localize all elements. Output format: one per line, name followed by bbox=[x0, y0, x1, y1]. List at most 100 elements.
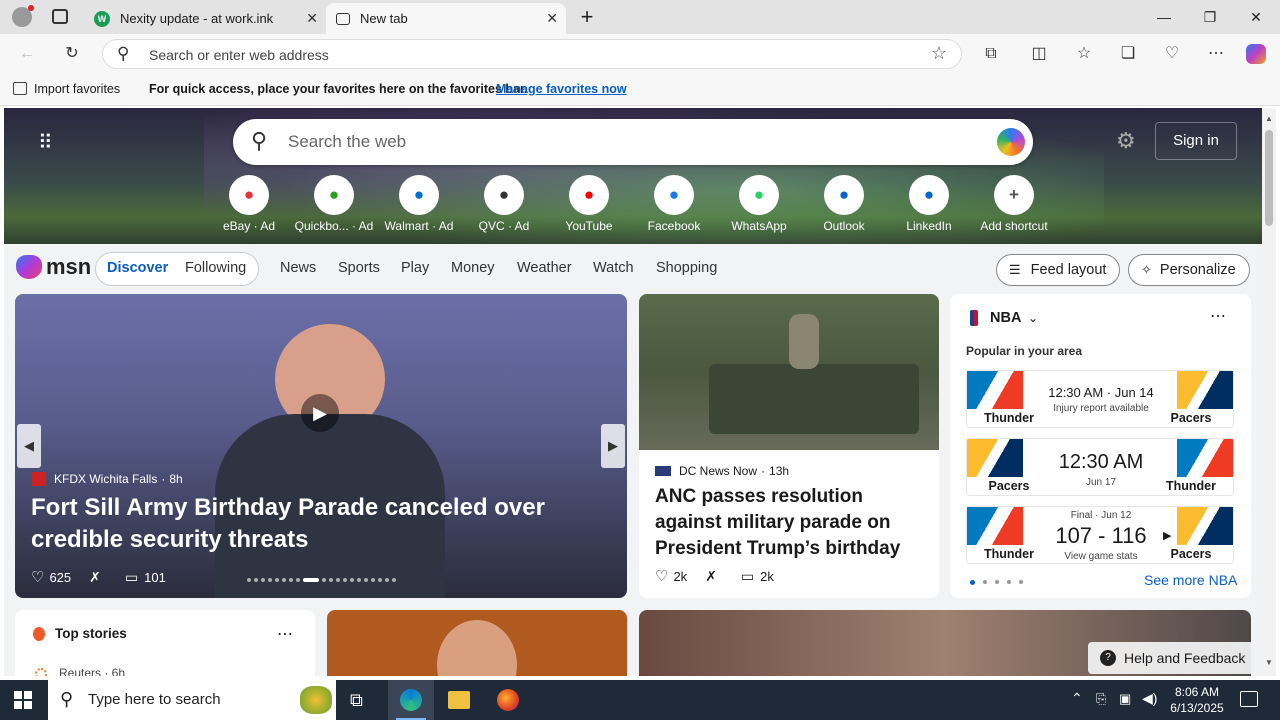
hero-story-card[interactable]: ▶ ◀ ▶ KFDX Wichita Falls · 8h Fort Sill … bbox=[15, 294, 627, 598]
pager-dot[interactable] bbox=[1019, 580, 1023, 584]
dislike-icon[interactable]: ✗ bbox=[705, 568, 717, 585]
pager-dot[interactable] bbox=[983, 580, 987, 584]
taskbar-search-box[interactable]: ⚲ Type here to search bbox=[48, 680, 336, 720]
carousel-dot[interactable] bbox=[343, 578, 347, 582]
carousel-dot[interactable] bbox=[329, 578, 333, 582]
shortcut-plus[interactable]: + Add shortcut bbox=[974, 175, 1054, 233]
scroll-down-arrow[interactable]: ▼ bbox=[1265, 658, 1273, 667]
nav-sports[interactable]: Sports bbox=[338, 260, 380, 276]
shortcut-quickbooks[interactable]: ● Quickbo... · Ad bbox=[294, 175, 374, 233]
show-hidden-icons[interactable]: ⌃ bbox=[1071, 690, 1083, 707]
dislike-icon[interactable]: ✗ bbox=[89, 569, 101, 586]
minimize-button[interactable]: — bbox=[1153, 6, 1175, 28]
carousel-dot[interactable] bbox=[392, 578, 396, 582]
pager-dot[interactable] bbox=[995, 580, 999, 584]
file-explorer-icon[interactable] bbox=[448, 691, 470, 709]
clock[interactable]: 8:06 AM 6/13/2025 bbox=[1162, 684, 1232, 716]
wifi-icon[interactable]: ▣ bbox=[1119, 691, 1131, 707]
carousel-dot[interactable] bbox=[336, 578, 340, 582]
pager-dot[interactable] bbox=[1007, 580, 1011, 584]
collections-icon[interactable]: ❏ bbox=[1117, 43, 1139, 65]
volume-icon[interactable]: ◀) bbox=[1142, 690, 1157, 707]
personalize-button[interactable]: ✧ Personalize bbox=[1128, 254, 1250, 286]
firefox-icon[interactable] bbox=[497, 689, 519, 711]
favorite-star-icon[interactable]: ☆ bbox=[931, 43, 947, 64]
copilot-icon[interactable] bbox=[1246, 44, 1266, 64]
refresh-icon[interactable]: ↻ bbox=[61, 43, 83, 65]
split-screen-icon[interactable]: ◫ bbox=[1028, 43, 1050, 65]
carousel-dot[interactable] bbox=[254, 578, 258, 582]
apps-grid-icon[interactable]: ⠿ bbox=[38, 130, 53, 155]
shortcut-facebook[interactable]: ● Facebook bbox=[634, 175, 714, 233]
carousel-dot[interactable] bbox=[247, 578, 251, 582]
page-scrollbar[interactable]: ▲ ▼ bbox=[1262, 108, 1276, 676]
nav-money[interactable]: Money bbox=[451, 260, 495, 276]
scrollbar-thumb[interactable] bbox=[1265, 130, 1273, 226]
game-row-3[interactable]: Thunder Pacers Final · Jun 12 107 - 116 … bbox=[966, 506, 1234, 564]
settings-gear-icon[interactable]: ⚙ bbox=[1116, 128, 1136, 154]
shortcut-qvc[interactable]: ● QVC · Ad bbox=[464, 175, 544, 233]
msn-logo[interactable]: msn bbox=[16, 254, 91, 280]
tab-new-tab[interactable]: New tab ✕ bbox=[326, 3, 566, 34]
top-stories-title[interactable]: Top stories bbox=[55, 626, 127, 641]
carousel-prev-button[interactable]: ◀ bbox=[17, 424, 41, 468]
more-options-icon[interactable]: ⋯ bbox=[277, 624, 293, 644]
favorites-icon[interactable]: ☆ bbox=[1073, 43, 1095, 65]
new-tab-button[interactable]: + bbox=[576, 6, 598, 28]
game-row-1[interactable]: Thunder Pacers 12:30 AM · Jun 14 Injury … bbox=[966, 370, 1234, 428]
nav-weather[interactable]: Weather bbox=[517, 260, 572, 276]
help-feedback-button[interactable]: ? Help and Feedback bbox=[1088, 642, 1254, 674]
view-game-stats-link[interactable]: View game stats bbox=[1033, 551, 1169, 562]
game-note[interactable]: Injury report available bbox=[1033, 403, 1169, 414]
address-bar[interactable]: ⚲ Search or enter web address ☆ bbox=[102, 39, 962, 69]
tab-actions-icon[interactable] bbox=[52, 9, 68, 24]
shortcut-walmart[interactable]: ● Walmart · Ad bbox=[379, 175, 459, 233]
shortcut-youtube[interactable]: ● YouTube bbox=[549, 175, 629, 233]
carousel-dot-active[interactable] bbox=[303, 578, 319, 582]
carousel-dot[interactable] bbox=[357, 578, 361, 582]
network-icon[interactable]: ⎘ bbox=[1096, 691, 1106, 707]
carousel-dot[interactable] bbox=[296, 578, 300, 582]
carousel-dot[interactable] bbox=[385, 578, 389, 582]
side-headline[interactable]: ANC passes resolution against military p… bbox=[655, 484, 925, 562]
carousel-next-button[interactable]: ▶ bbox=[601, 424, 625, 468]
play-button[interactable]: ▶ bbox=[301, 394, 339, 432]
see-more-nba-link[interactable]: See more NBA bbox=[1144, 572, 1237, 588]
feed-layout-button[interactable]: ☰ Feed layout bbox=[996, 254, 1120, 286]
hero-headline[interactable]: Fort Sill Army Birthday Parade canceled … bbox=[31, 492, 621, 556]
game-row-2[interactable]: Pacers Thunder 12:30 AM Jun 17 bbox=[966, 438, 1234, 496]
shortcut-linkedin[interactable]: ● LinkedIn bbox=[889, 175, 969, 233]
manage-favorites-link[interactable]: Manage favorites now bbox=[496, 82, 627, 96]
tab-nexity[interactable]: W Nexity update - at work.ink ✕ bbox=[84, 3, 326, 34]
import-favorites-button[interactable]: Import favorites bbox=[34, 82, 120, 96]
browser-essentials-icon[interactable]: ♡ bbox=[1161, 43, 1183, 65]
back-icon[interactable]: ← bbox=[16, 43, 38, 65]
carousel-dot[interactable] bbox=[371, 578, 375, 582]
extensions-icon[interactable]: ⧉ bbox=[980, 43, 1002, 65]
carousel-dot[interactable] bbox=[378, 578, 382, 582]
nav-play[interactable]: Play bbox=[401, 260, 429, 276]
comment-icon[interactable]: ▭ bbox=[125, 569, 138, 586]
side-story-card[interactable]: DC News Now · 13h ANC passes resolution … bbox=[639, 294, 939, 598]
nav-shopping[interactable]: Shopping bbox=[656, 260, 717, 276]
nba-title[interactable]: NBA bbox=[990, 310, 1021, 326]
carousel-dot[interactable] bbox=[261, 578, 265, 582]
pager-dot-active[interactable] bbox=[970, 580, 975, 585]
comment-icon[interactable]: ▭ bbox=[741, 568, 754, 585]
carousel-dot[interactable] bbox=[350, 578, 354, 582]
like-icon[interactable]: ♡ bbox=[31, 568, 44, 586]
close-tab-icon[interactable]: ✕ bbox=[546, 10, 558, 27]
chevron-down-icon[interactable]: ⌄ bbox=[1028, 311, 1038, 325]
tab-discover[interactable]: Discover bbox=[107, 260, 168, 276]
carousel-dot[interactable] bbox=[268, 578, 272, 582]
close-window-button[interactable]: ✕ bbox=[1245, 6, 1267, 28]
copilot-search-icon[interactable] bbox=[997, 128, 1025, 156]
carousel-dot[interactable] bbox=[289, 578, 293, 582]
restore-button[interactable]: ❐ bbox=[1199, 6, 1221, 28]
start-button[interactable] bbox=[14, 691, 32, 709]
shortcut-whatsapp[interactable]: ● WhatsApp bbox=[719, 175, 799, 233]
carousel-dot[interactable] bbox=[322, 578, 326, 582]
shortcut-outlook[interactable]: ● Outlook bbox=[804, 175, 884, 233]
notification-icon[interactable] bbox=[1240, 691, 1258, 707]
nav-watch[interactable]: Watch bbox=[593, 260, 634, 276]
